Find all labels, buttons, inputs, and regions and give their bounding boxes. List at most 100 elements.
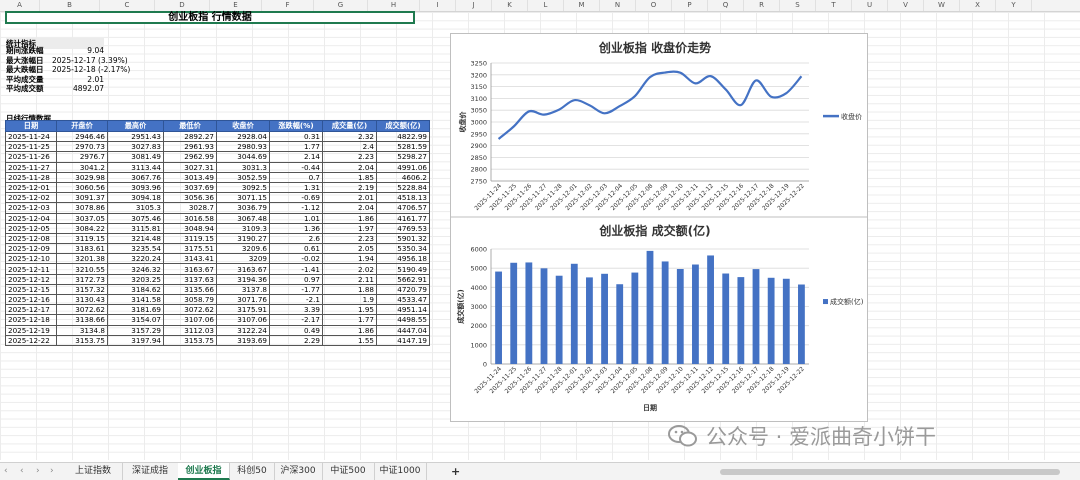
table-cell[interactable]: 3143.41 (163, 253, 217, 265)
table-cell[interactable]: 3130.43 (56, 293, 108, 306)
table-cell[interactable]: 3153.75 (163, 334, 217, 346)
table-cell[interactable]: 3016.58 (163, 212, 217, 224)
table-cell[interactable]: 4951.14 (376, 304, 430, 316)
table-cell[interactable]: 2.04 (322, 161, 377, 173)
table-cell[interactable]: -0.44 (269, 161, 323, 173)
table-cell[interactable]: 3141.58 (107, 293, 164, 306)
table-cell[interactable]: 4991.06 (376, 161, 430, 173)
table-cell[interactable]: 3048.94 (163, 222, 217, 234)
table-cell[interactable]: 5190.49 (376, 263, 430, 275)
table-cell[interactable]: 1.85 (322, 171, 377, 183)
table-cell[interactable]: 2951.43 (107, 130, 164, 143)
table-cell[interactable]: 3052.59 (216, 171, 270, 183)
table-cell[interactable]: 3044.69 (216, 151, 270, 163)
table-cell[interactable]: 3107.06 (216, 314, 270, 326)
table-cell[interactable]: 4720.79 (376, 283, 430, 296)
table-cell[interactable]: 5228.84 (376, 181, 430, 194)
column-header-l[interactable]: L (528, 0, 564, 11)
sheet-title-cell[interactable]: 创业板指 行情数据 (5, 11, 415, 24)
sheet-tab[interactable]: 沪深300 (274, 463, 323, 480)
table-cell[interactable]: 0.49 (269, 324, 323, 336)
table-cell[interactable]: -0.69 (269, 192, 323, 204)
table-cell[interactable]: 2025-12-01 (5, 181, 57, 194)
chart-container[interactable]: 创业板指 收盘价走势 2750 2800 2850 2900 2950 3000 3050 31… (450, 33, 868, 422)
table-cell[interactable]: 5281.59 (376, 141, 430, 153)
table-cell[interactable]: 3197.94 (107, 334, 164, 346)
table-cell[interactable]: 4498.55 (376, 314, 430, 326)
table-cell[interactable]: 2.4 (322, 141, 377, 153)
sheet-tab[interactable]: 中证1000 (374, 463, 427, 480)
column-header-v[interactable]: V (888, 0, 924, 11)
table-cell[interactable]: 3157.32 (56, 283, 108, 296)
table-cell[interactable]: 3037.69 (163, 181, 217, 194)
column-header-i[interactable]: I (420, 0, 456, 11)
prev-sheet-arrow-icon[interactable]: ‹ (20, 463, 24, 480)
table-cell[interactable]: 2025-12-04 (5, 212, 57, 224)
table-cell[interactable]: 2025-12-12 (5, 273, 57, 285)
table-cell[interactable]: 3209.6 (216, 243, 270, 255)
table-cell[interactable]: 3093.96 (107, 181, 164, 194)
table-row[interactable]: 2025-12-15 3157.32 3184.62 3135.66 3137.8 -1.… (5, 283, 430, 296)
column-header-k[interactable]: K (492, 0, 528, 11)
table-cell[interactable]: -1.12 (269, 202, 323, 214)
table-cell[interactable]: 4706.57 (376, 202, 430, 214)
table-cell[interactable]: 2025-12-10 (5, 253, 57, 265)
table-cell[interactable]: 2.11 (322, 273, 377, 285)
column-header-o[interactable]: O (636, 0, 672, 11)
table-cell[interactable]: 3201.38 (56, 253, 108, 265)
table-cell[interactable]: 2.23 (322, 151, 377, 163)
table-cell[interactable]: 3113.44 (107, 161, 164, 173)
table-cell[interactable]: 4769.53 (376, 222, 430, 234)
last-sheet-arrow-icon[interactable]: › (50, 463, 54, 480)
table-cell[interactable]: 3137.63 (163, 273, 217, 285)
table-row[interactable]: 2025-11-27 3041.2 3113.44 3027.31 3031.3 -0.4… (5, 161, 430, 173)
table-row[interactable]: 2025-12-16 3130.43 3141.58 3058.79 3071.76 -2… (5, 293, 430, 306)
table-cell[interactable]: 2962.99 (163, 151, 217, 163)
table-cell[interactable]: 3209 (216, 253, 270, 265)
table-cell[interactable]: -2.1 (269, 293, 323, 306)
table-cell[interactable]: 3246.32 (107, 263, 164, 275)
table-row[interactable]: 2025-12-08 3119.15 3214.48 3119.15 3190.27 2.… (5, 232, 430, 245)
table-cell[interactable]: 3072.62 (56, 304, 108, 316)
table-row[interactable]: 2025-12-02 3091.37 3094.18 3056.36 3071.15 -0… (5, 192, 430, 204)
table-cell[interactable]: 2.01 (322, 192, 377, 204)
table-header-cell[interactable]: 涨跌幅(%) (269, 120, 323, 132)
table-cell[interactable]: 2970.73 (56, 141, 108, 153)
table-cell[interactable]: 3027.31 (163, 161, 217, 173)
table-cell[interactable]: 3122.24 (216, 324, 270, 336)
table-row[interactable]: 2025-12-18 3138.66 3154.07 3107.06 3107.06 -2… (5, 314, 430, 326)
table-cell[interactable]: -2.17 (269, 314, 323, 326)
table-header-cell[interactable]: 最低价 (163, 120, 217, 132)
add-sheet-button[interactable]: + (451, 463, 460, 480)
table-cell[interactable]: 2025-12-17 (5, 304, 57, 316)
column-header-y[interactable]: Y (996, 0, 1032, 11)
table-cell[interactable]: 2025-12-18 (5, 314, 57, 326)
table-cell[interactable]: -1.77 (269, 283, 323, 296)
table-cell[interactable]: 2025-11-28 (5, 171, 57, 183)
table-row[interactable]: 2025-12-01 3060.56 3093.96 3037.69 3092.5 1.3… (5, 181, 430, 194)
table-cell[interactable]: 0.61 (269, 243, 323, 255)
column-header-p[interactable]: P (672, 0, 708, 11)
table-cell[interactable]: 4822.99 (376, 130, 430, 143)
column-header-h[interactable]: H (368, 0, 420, 11)
table-cell[interactable]: 3060.56 (56, 181, 108, 194)
column-header-m[interactable]: M (564, 0, 600, 11)
table-cell[interactable]: 3107.06 (163, 314, 217, 326)
table-cell[interactable]: 3175.91 (216, 304, 270, 316)
table-cell[interactable]: 3109.3 (216, 222, 270, 234)
table-cell[interactable]: 3041.2 (56, 161, 108, 173)
table-cell[interactable]: 3163.67 (216, 263, 270, 275)
table-cell[interactable]: 2025-12-19 (5, 324, 57, 336)
column-header-e[interactable]: E (210, 0, 262, 11)
table-cell[interactable]: 4956.18 (376, 253, 430, 265)
table-cell[interactable]: 3119.15 (163, 232, 217, 245)
table-cell[interactable]: 5350.34 (376, 243, 430, 255)
table-cell[interactable]: 2025-11-26 (5, 151, 57, 163)
table-cell[interactable]: 3112.03 (163, 324, 217, 336)
table-header-cell[interactable]: 成交量(亿) (322, 120, 377, 132)
table-header-cell[interactable]: 成交额(亿) (376, 120, 430, 132)
table-cell[interactable]: 1.36 (269, 222, 323, 234)
table-cell[interactable]: 2025-12-22 (5, 334, 57, 346)
table-cell[interactable]: 3031.3 (216, 161, 270, 173)
table-row[interactable]: 2025-12-11 3210.55 3246.32 3163.67 3163.67 -1… (5, 263, 430, 275)
